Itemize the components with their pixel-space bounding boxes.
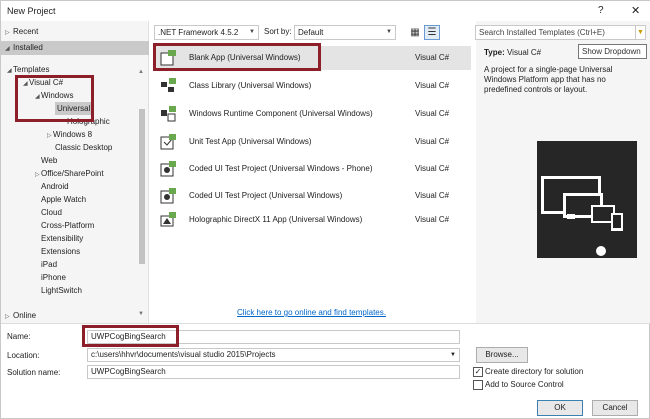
- installed-section[interactable]: ◢ Installed: [1, 41, 149, 55]
- holographic-app-icon: [160, 212, 176, 227]
- tree-ipad[interactable]: iPad: [35, 258, 57, 271]
- show-dropdown-tooltip: Show Dropdown: [578, 44, 647, 59]
- template-class-library[interactable]: Class Library (Universal Windows) Visual…: [153, 74, 471, 98]
- tree-windows-8[interactable]: ▷ Windows 8: [47, 128, 92, 141]
- medium-icons-view-icon[interactable]: ▦: [407, 25, 423, 40]
- template-unit-test-app[interactable]: Unit Test App (Universal Windows) Visual…: [153, 130, 471, 154]
- tree-extensions[interactable]: Extensions: [35, 245, 80, 258]
- scroll-thumb[interactable]: [139, 109, 145, 264]
- tree-classic-desktop[interactable]: Classic Desktop: [49, 141, 112, 154]
- template-list: Blank App (Universal Windows) Visual C# …: [153, 44, 473, 304]
- annotation-box-tree: [15, 75, 94, 122]
- left-pane: ▷ Recent ◢ Installed ◢ Templates ◢ Visual C#…: [1, 21, 149, 323]
- search-templates-input[interactable]: Search Installed Templates (Ctrl+E): [475, 25, 636, 40]
- solution-name-label: Solution name:: [7, 368, 61, 377]
- location-dropdown[interactable]: c:\users\hhvr\documents\visual studio 20…: [87, 348, 460, 362]
- browse-button[interactable]: Browse...: [476, 347, 528, 363]
- expand-arrow-icon: ▷: [5, 314, 10, 320]
- template-coded-ui-phone[interactable]: Coded UI Test Project (Universal Windows…: [153, 157, 471, 181]
- location-label: Location:: [7, 351, 40, 360]
- framework-dropdown[interactable]: .NET Framework 4.5.2 ▼: [154, 25, 259, 40]
- online-section[interactable]: ▷ Online: [1, 309, 149, 323]
- left-scrollbar[interactable]: ▲ ▼: [138, 69, 146, 319]
- recent-section[interactable]: ▷ Recent: [1, 25, 149, 39]
- list-view-icon[interactable]: ☰: [424, 25, 440, 40]
- sort-by-label: Sort by:: [264, 27, 292, 36]
- divider: [1, 323, 650, 324]
- class-library-icon: [161, 78, 176, 92]
- tree-templates[interactable]: ◢ Templates: [7, 63, 49, 76]
- template-description: A project for a single-page Universal Wi…: [484, 65, 613, 94]
- tree-lightswitch[interactable]: LightSwitch: [35, 284, 82, 297]
- new-project-dialog: New Project ? ✕ ▷ Recent ◢ Installed ◢ Temp…: [0, 0, 650, 419]
- chevron-down-icon: ▼: [386, 29, 392, 35]
- tree-apple-watch[interactable]: Apple Watch: [35, 193, 86, 206]
- create-directory-label: Create directory for solution: [485, 367, 584, 376]
- template-holographic-directx[interactable]: Holographic DirectX 11 App (Universal Wi…: [153, 208, 471, 232]
- type-value: Visual C#: [506, 48, 542, 57]
- tree-cross-platform[interactable]: Cross-Platform: [35, 219, 94, 232]
- unit-test-icon: [160, 134, 176, 150]
- ok-button[interactable]: OK: [537, 400, 583, 416]
- create-directory-checkbox[interactable]: ✓: [473, 367, 483, 377]
- template-runtime-component[interactable]: Windows Runtime Component (Universal Win…: [153, 102, 471, 126]
- help-button[interactable]: ?: [598, 5, 604, 16]
- cancel-button[interactable]: Cancel: [592, 400, 638, 416]
- dialog-title: New Project: [7, 6, 56, 16]
- tree-android[interactable]: Android: [35, 180, 69, 193]
- type-line: Type: Visual C#: [484, 48, 541, 57]
- coded-ui-test-icon: [160, 161, 176, 177]
- collapse-arrow-icon: ◢: [5, 46, 10, 52]
- add-source-control-checkbox[interactable]: [473, 380, 483, 390]
- type-label: Type:: [484, 48, 505, 57]
- annotation-box-template: [153, 43, 321, 71]
- universal-devices-illustration: [537, 141, 637, 258]
- scroll-up-icon[interactable]: ▲: [138, 69, 144, 75]
- close-button[interactable]: ✕: [631, 4, 640, 17]
- tree-iphone[interactable]: iPhone: [35, 271, 66, 284]
- tree-extensibility[interactable]: Extensibility: [35, 232, 83, 245]
- runtime-component-icon: [161, 106, 176, 122]
- online-templates-link[interactable]: Click here to go online and find templat…: [237, 308, 386, 317]
- search-dropdown-icon[interactable]: ▼: [635, 25, 646, 40]
- solution-name-field[interactable]: UWPCogBingSearch: [87, 365, 460, 379]
- tree-cloud[interactable]: Cloud: [35, 206, 62, 219]
- coded-ui-test-icon: [160, 188, 176, 204]
- sort-dropdown[interactable]: Default ▼: [294, 25, 396, 40]
- annotation-box-name: [82, 325, 179, 347]
- expand-arrow-icon: ▷: [5, 30, 10, 36]
- tree-web[interactable]: Web: [35, 154, 57, 167]
- tree-office-sharepoint[interactable]: ▷ Office/SharePoint: [35, 167, 104, 180]
- name-label: Name:: [7, 332, 31, 341]
- title-bar: New Project ? ✕: [1, 1, 650, 21]
- chevron-down-icon: ▼: [450, 352, 456, 358]
- template-coded-ui[interactable]: Coded UI Test Project (Universal Windows…: [153, 184, 471, 208]
- chevron-down-icon: ▼: [249, 29, 255, 35]
- add-source-control-label: Add to Source Control: [485, 380, 564, 389]
